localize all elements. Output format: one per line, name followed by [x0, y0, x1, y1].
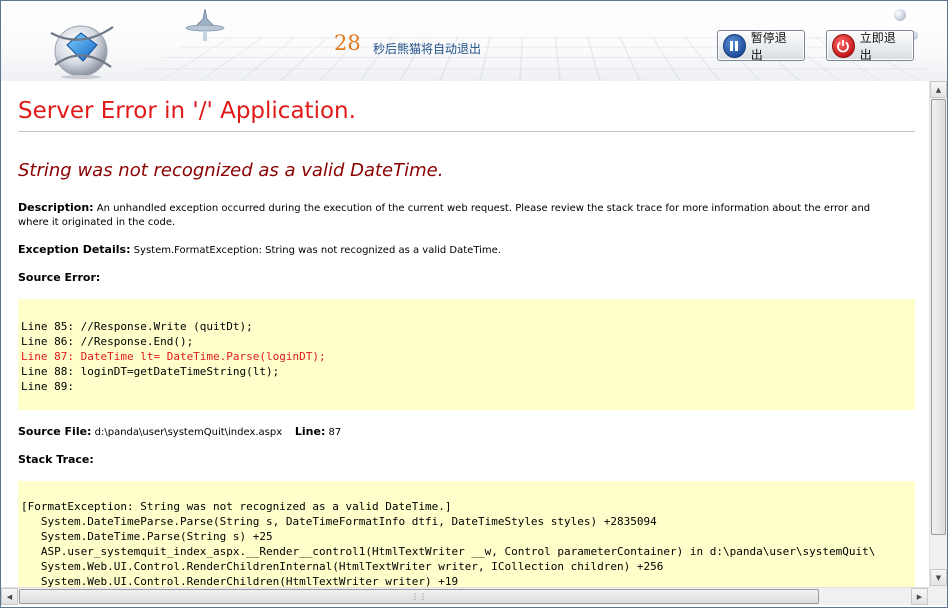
stack-line: [FormatException: String was not recogni… [21, 500, 452, 513]
exception-text: System.FormatException: String was not r… [133, 245, 501, 256]
page-title: Server Error in '/' Application. [18, 98, 356, 124]
exception-label: Exception Details: [18, 243, 131, 256]
stack-line: ASP.user_systemquit_index_aspx.__Render_… [21, 545, 876, 558]
code-line: Line 89: [21, 380, 74, 393]
pause-exit-button[interactable]: 暂停退出 [717, 30, 805, 62]
header-banner: 28 秒后熊猫将自动退出 暂停退出 立即退出 [1, 1, 947, 81]
tower-decoration-icon [185, 9, 225, 41]
description-text: An unhandled exception occurred during t… [18, 203, 871, 228]
stack-trace-block: Stack Trace: [18, 453, 898, 468]
stack-line: System.Web.UI.Control.RenderChildren(Htm… [21, 575, 459, 587]
source-file-path: d:\panda\user\systemQuit\index.aspx [94, 427, 283, 438]
source-error-label: Source Error: [18, 271, 101, 284]
source-file-block: Source File: d:\panda\user\systemQuit\in… [18, 425, 898, 440]
line-label: Line: [294, 425, 326, 438]
exception-block: Exception Details: System.FormatExceptio… [18, 243, 898, 258]
horizontal-scroll-thumb[interactable]: ⋮⋮ [19, 589, 819, 604]
vertical-scroll-thumb[interactable] [931, 99, 946, 535]
scroll-left-button[interactable]: ◀ [1, 588, 18, 605]
pause-icon [723, 33, 746, 58]
description-label: Description: [18, 201, 94, 214]
vertical-scrollbar[interactable]: ▲ ▼ [929, 81, 947, 587]
code-line: Line 86: //Response.End(); [21, 335, 194, 348]
source-file-label: Source File: [18, 425, 92, 438]
app-logo-icon [50, 25, 114, 79]
scroll-down-button[interactable]: ▼ [930, 569, 947, 586]
source-code-box: Line 85: //Response.Write (quitDt); Line… [18, 299, 915, 410]
stack-line: System.Web.UI.Control.RenderChildrenInte… [21, 560, 664, 573]
stack-trace-label: Stack Trace: [18, 453, 94, 466]
exit-now-label: 立即退出 [859, 30, 896, 62]
countdown-seconds: 28 [334, 31, 361, 55]
line-number: 87 [328, 427, 342, 438]
code-line-error: Line 87: DateTime lt= DateTime.Parse(log… [21, 350, 326, 363]
pause-exit-label: 暂停退出 [750, 30, 787, 62]
code-line: Line 85: //Response.Write (quitDt); [21, 320, 253, 333]
decorative-floor [121, 37, 947, 81]
scrollbar-corner [929, 587, 947, 605]
horizontal-scrollbar[interactable]: ◀ ⋮⋮ ▶ [1, 587, 929, 605]
stack-trace: [FormatException: String was not recogni… [21, 499, 915, 587]
title-divider [18, 131, 915, 132]
scroll-up-button[interactable]: ▲ [930, 81, 947, 98]
description-block: Description: An unhandled exception occu… [18, 201, 898, 230]
code-line: Line 88: loginDT=getDateTimeString(lt); [21, 365, 280, 378]
error-subtitle: String was not recognized as a valid Dat… [18, 160, 444, 181]
exit-now-button[interactable]: 立即退出 [826, 30, 914, 62]
stack-line: System.DateTimeParse.Parse(String s, Dat… [21, 515, 657, 528]
source-code: Line 85: //Response.Write (quitDt); Line… [21, 319, 326, 394]
source-error-block: Source Error: [18, 271, 898, 286]
scroll-right-button[interactable]: ▶ [911, 588, 928, 605]
stack-trace-box: [FormatException: String was not recogni… [18, 481, 915, 587]
stack-line: System.DateTime.Parse(String s) +25 [21, 530, 273, 543]
bubble-decoration [894, 9, 906, 21]
power-icon [832, 33, 855, 58]
app-window: 28 秒后熊猫将自动退出 暂停退出 立即退出 Server Error in '… [0, 0, 948, 608]
countdown-message: 秒后熊猫将自动退出 [373, 42, 482, 56]
error-page-content: Server Error in '/' Application. String … [1, 81, 929, 587]
